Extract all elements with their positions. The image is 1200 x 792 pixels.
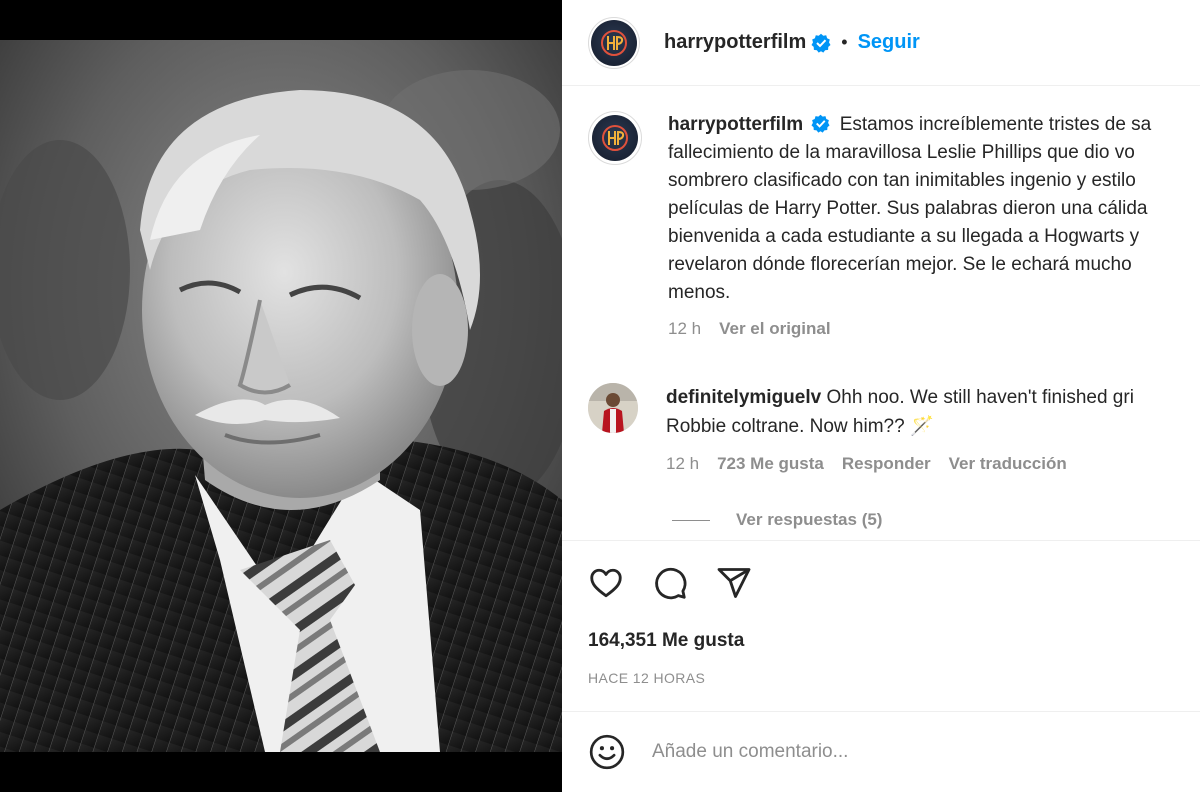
account-avatar[interactable] [588, 16, 640, 69]
caption-avatar[interactable] [588, 111, 642, 165]
post-actions-section: 164,351 Me gusta HACE 12 HORAS [562, 540, 1200, 710]
heart-icon[interactable] [588, 565, 624, 601]
comment-icon[interactable] [652, 565, 688, 601]
action-bar [588, 565, 752, 601]
caption-meta: 12 h Ver el original [668, 319, 1200, 339]
commenter-avatar[interactable] [588, 383, 638, 433]
caption-line: Estamos increíblemente tristes de sa [839, 114, 1152, 135]
post-timestamp: HACE 12 HORAS [588, 670, 706, 686]
caption: harrypotterfilm Estamos increíblemente t… [588, 111, 1200, 339]
verified-badge-icon [811, 114, 830, 133]
caption-line: películas de Harry Potter. Sus palabras … [668, 198, 1148, 219]
comment-body: definitelymiguelv Ohh noo. We still have… [666, 383, 1200, 474]
comment-meta: 12 h 723 Me gusta Responder Ver traducci… [666, 454, 1200, 474]
replies-divider [672, 519, 710, 521]
comment-line: Robbie coltrane. Now him?? [666, 416, 905, 437]
share-icon[interactable] [716, 565, 752, 601]
likes-count[interactable]: 164,351 Me gusta [588, 630, 744, 652]
comment-likes[interactable]: 723 Me gusta [717, 454, 824, 474]
caption-line: menos. [668, 282, 731, 303]
caption-body: harrypotterfilm Estamos increíblemente t… [668, 111, 1200, 339]
caption-line: fallecimiento de la maravillosa Leslie P… [668, 142, 1135, 163]
view-replies-label[interactable]: Ver respuestas (5) [736, 510, 882, 530]
comment-username[interactable]: definitelymiguelv [666, 387, 821, 408]
reply-button[interactable]: Responder [842, 454, 931, 474]
caption-line: revelaron dónde florecerían mejor. Se le… [668, 254, 1132, 275]
commenter-photo [588, 383, 638, 433]
emoji-icon[interactable] [588, 733, 626, 771]
caption-username[interactable]: harrypotterfilm [668, 114, 803, 135]
comment-item: definitelymiguelv Ohh noo. We still have… [588, 383, 1200, 474]
see-original-link[interactable]: Ver el original [719, 319, 831, 339]
post-media [0, 0, 562, 792]
post-photo[interactable] [0, 40, 562, 752]
view-replies[interactable]: Ver respuestas (5) [672, 510, 882, 530]
translate-button[interactable]: Ver traducción [949, 454, 1067, 474]
post-panel: harrypotterfilm • Seguir harrypotterfilm… [562, 0, 1200, 792]
wand-emoji: 🪄 [909, 416, 934, 437]
header-username[interactable]: harrypotterfilm [664, 31, 806, 54]
add-comment-bar [562, 711, 1200, 792]
verified-badge-icon [811, 33, 831, 53]
post-header: harrypotterfilm • Seguir [562, 0, 1200, 86]
comment-text: definitelymiguelv Ohh noo. We still have… [666, 383, 1200, 441]
follow-button[interactable]: Seguir [858, 31, 920, 54]
comments-section[interactable]: harrypotterfilm Estamos increíblemente t… [562, 87, 1200, 539]
hp-logo-icon [601, 29, 627, 56]
portrait-image [0, 40, 562, 752]
hp-logo-icon [602, 125, 628, 151]
caption-text: harrypotterfilm Estamos increíblemente t… [668, 111, 1200, 307]
caption-line: sombrero clasificado con tan inimitables… [668, 170, 1136, 191]
caption-line: bienvenida a cada estudiante a su llegad… [668, 226, 1140, 247]
comment-input[interactable] [652, 741, 1152, 763]
comment-time[interactable]: 12 h [666, 454, 699, 474]
caption-time[interactable]: 12 h [668, 319, 701, 339]
comment-line: Ohh noo. We still haven't finished gri [826, 387, 1134, 408]
separator-dot: • [841, 32, 848, 52]
